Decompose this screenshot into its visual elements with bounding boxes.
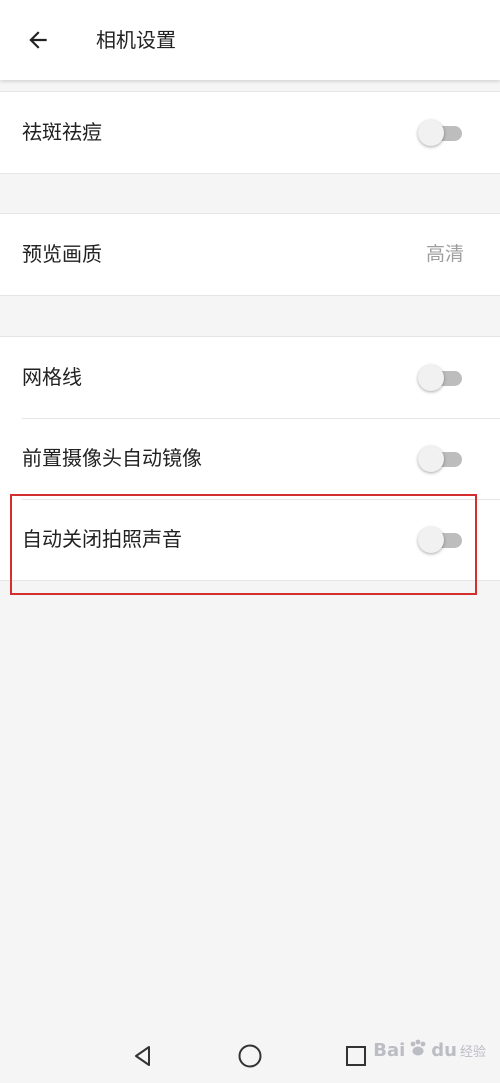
nav-home-button[interactable] xyxy=(232,1038,268,1074)
setting-label: 自动关闭拍照声音 xyxy=(22,527,182,551)
page-title: 相机设置 xyxy=(96,28,176,52)
setting-label: 网格线 xyxy=(22,365,82,389)
preview-quality-value: 高清 xyxy=(425,243,464,265)
setting-row-mute-shutter-sound[interactable]: 自动关闭拍照声音 xyxy=(0,499,500,580)
setting-row-blemish-removal[interactable]: 祛斑祛痘 xyxy=(0,92,500,173)
front-camera-mirror-switch[interactable] xyxy=(418,446,464,472)
switch-thumb xyxy=(418,527,444,553)
setting-label: 祛斑祛痘 xyxy=(22,120,102,144)
settings-group-general: 网格线 前置摄像头自动镜像 自动关闭拍照声音 xyxy=(0,336,500,581)
setting-row-grid-lines[interactable]: 网格线 xyxy=(0,337,500,418)
switch-thumb xyxy=(418,120,444,146)
nav-recents-button[interactable] xyxy=(338,1038,374,1074)
nav-back-button[interactable] xyxy=(125,1038,161,1074)
setting-row-front-camera-mirror[interactable]: 前置摄像头自动镜像 xyxy=(0,418,500,499)
switch-thumb xyxy=(418,365,444,391)
setting-label: 前置摄像头自动镜像 xyxy=(22,446,202,470)
blemish-removal-switch[interactable] xyxy=(418,120,464,146)
arrow-left-icon xyxy=(29,31,47,49)
watermark-text-right: du xyxy=(431,1039,457,1061)
settings-group-beauty: 祛斑祛痘 xyxy=(0,91,500,174)
paw-icon xyxy=(407,1037,429,1064)
square-recents-icon xyxy=(346,1046,366,1066)
grid-lines-switch[interactable] xyxy=(418,365,464,391)
switch-thumb xyxy=(418,446,444,472)
watermark-subtext: 经验 xyxy=(459,1044,486,1060)
setting-row-preview-quality[interactable]: 预览画质 高清 xyxy=(0,214,500,295)
settings-group-preview: 预览画质 高清 xyxy=(0,213,500,296)
setting-label: 预览画质 xyxy=(22,242,102,266)
triangle-back-icon xyxy=(135,1046,150,1066)
watermark-text-left: Bai xyxy=(373,1039,406,1061)
app-header: 相机设置 xyxy=(0,0,500,80)
circle-home-icon xyxy=(238,1044,262,1068)
mute-shutter-sound-switch[interactable] xyxy=(418,527,464,553)
baidu-watermark: Bai du 经验 xyxy=(373,1030,486,1070)
back-button[interactable] xyxy=(18,20,58,60)
